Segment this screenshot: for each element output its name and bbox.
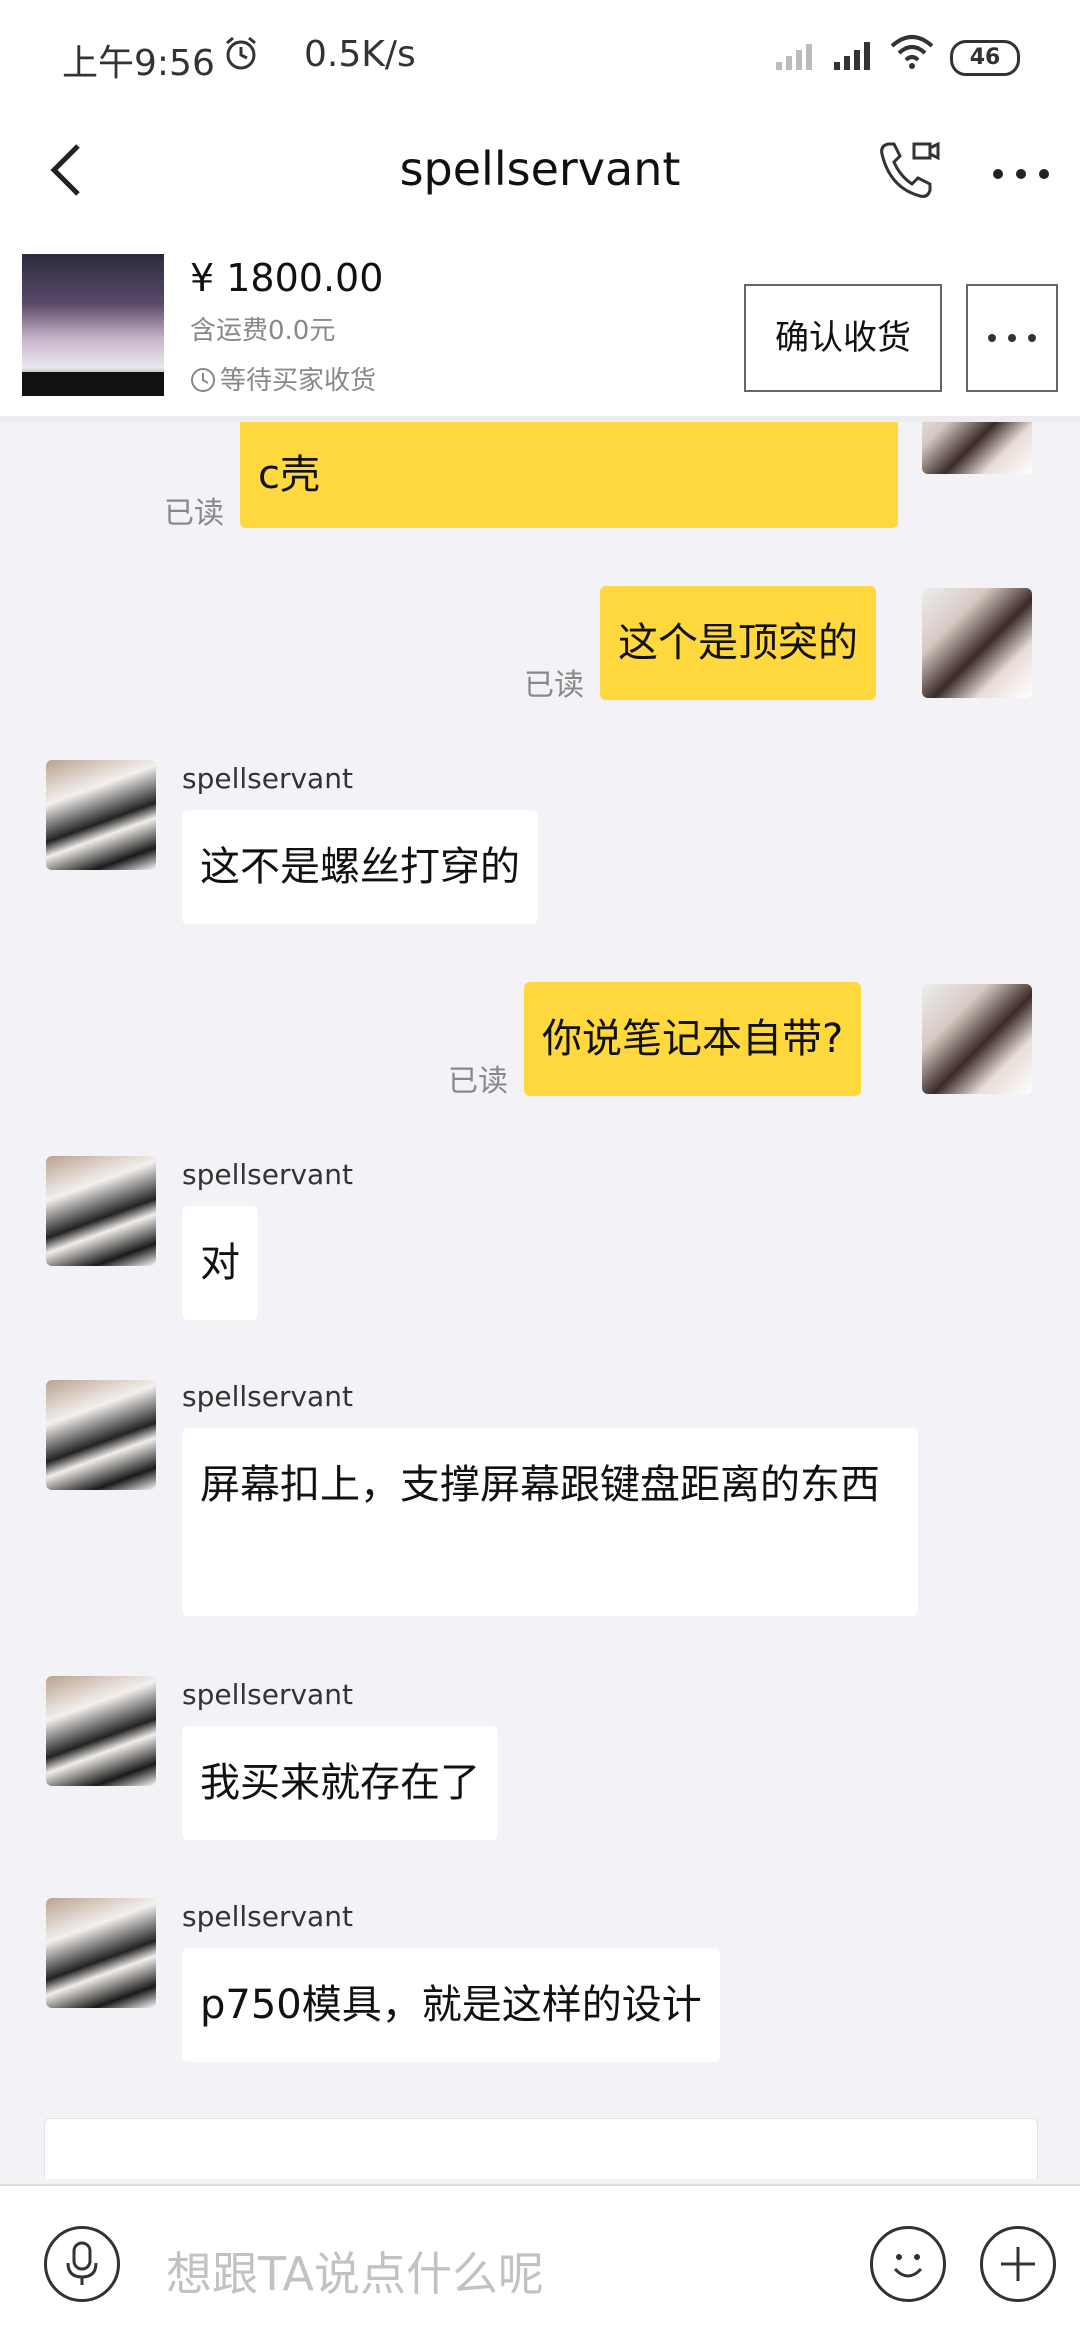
message-bubble[interactable]: 这个是顶突的 <box>600 586 876 700</box>
alarm-icon <box>226 36 256 70</box>
product-price: ¥ 1800.00 <box>190 256 384 300</box>
my-avatar[interactable] <box>922 984 1032 1094</box>
call-icon[interactable] <box>872 136 942 206</box>
contact-avatar[interactable] <box>46 1380 156 1490</box>
product-thumbnail[interactable] <box>22 254 164 396</box>
contact-avatar[interactable] <box>46 760 156 870</box>
chat-header: spellservant <box>0 112 1080 236</box>
sender-name: spellservant <box>182 1678 353 1711</box>
signal-weak-icon <box>776 44 812 70</box>
my-avatar[interactable] <box>922 588 1032 698</box>
order-status-text: 等待买家收货 <box>220 366 377 396</box>
voice-button[interactable] <box>44 2226 120 2302</box>
message-list[interactable]: 已读 c壳 已读 这个是顶突的 spellservant 这不是螺丝打穿的 已读… <box>0 422 1080 2186</box>
order-status: 等待买家收货 <box>190 360 376 397</box>
read-receipt: 已读 <box>448 1064 508 1099</box>
contact-avatar[interactable] <box>46 1156 156 1266</box>
signal-strong-icon <box>834 42 870 70</box>
message-bubble[interactable]: p750模具，就是这样的设计 <box>182 1948 720 2062</box>
confirm-receipt-button[interactable]: 确认收货 <box>744 284 942 392</box>
more-dots-icon <box>988 334 1036 342</box>
shipping-fee: 含运费0.0元 <box>190 316 336 346</box>
battery-icon: 46 <box>950 40 1020 76</box>
emoji-button[interactable] <box>870 2226 946 2302</box>
product-card: ¥ 1800.00 含运费0.0元 等待买家收货 确认收货 <box>0 236 1080 422</box>
composer-bar: 想跟TA说点什么呢 <box>0 2184 1080 2342</box>
emoji-icon <box>893 2254 923 2278</box>
plus-icon <box>1001 2247 1035 2281</box>
microphone-icon <box>66 2241 98 2285</box>
contact-avatar[interactable] <box>46 1676 156 1786</box>
status-bar: 上午9:56 0.5K/s 46 <box>0 0 1080 112</box>
more-options-icon[interactable] <box>990 164 1052 184</box>
partial-card <box>44 2118 1038 2179</box>
read-receipt: 已读 <box>524 668 584 703</box>
sender-name: spellservant <box>182 762 353 795</box>
product-more-button[interactable] <box>966 284 1058 392</box>
contact-avatar[interactable] <box>46 1898 156 2008</box>
sender-name: spellservant <box>182 1158 353 1191</box>
message-bubble[interactable]: 这不是螺丝打穿的 <box>182 810 538 924</box>
message-input[interactable]: 想跟TA说点什么呢 <box>166 2238 544 2304</box>
my-avatar[interactable] <box>922 422 1032 474</box>
wifi-icon <box>890 35 934 69</box>
sender-name: spellservant <box>182 1380 353 1413</box>
sender-name: spellservant <box>182 1900 353 1933</box>
message-bubble[interactable]: 对 <box>182 1206 258 1320</box>
message-bubble[interactable]: 你说笔记本自带? <box>524 982 862 1096</box>
clock-icon <box>191 368 215 392</box>
message-bubble[interactable]: c壳 <box>240 422 898 528</box>
network-speed: 0.5K/s <box>304 34 416 75</box>
status-time: 上午9:56 <box>62 43 215 84</box>
message-bubble[interactable]: 屏幕扣上，支撑屏幕跟键盘距离的东西 <box>182 1428 918 1616</box>
message-bubble[interactable]: 我买来就存在了 <box>182 1726 498 1840</box>
add-button[interactable] <box>980 2226 1056 2302</box>
read-receipt: 已读 <box>164 496 224 531</box>
